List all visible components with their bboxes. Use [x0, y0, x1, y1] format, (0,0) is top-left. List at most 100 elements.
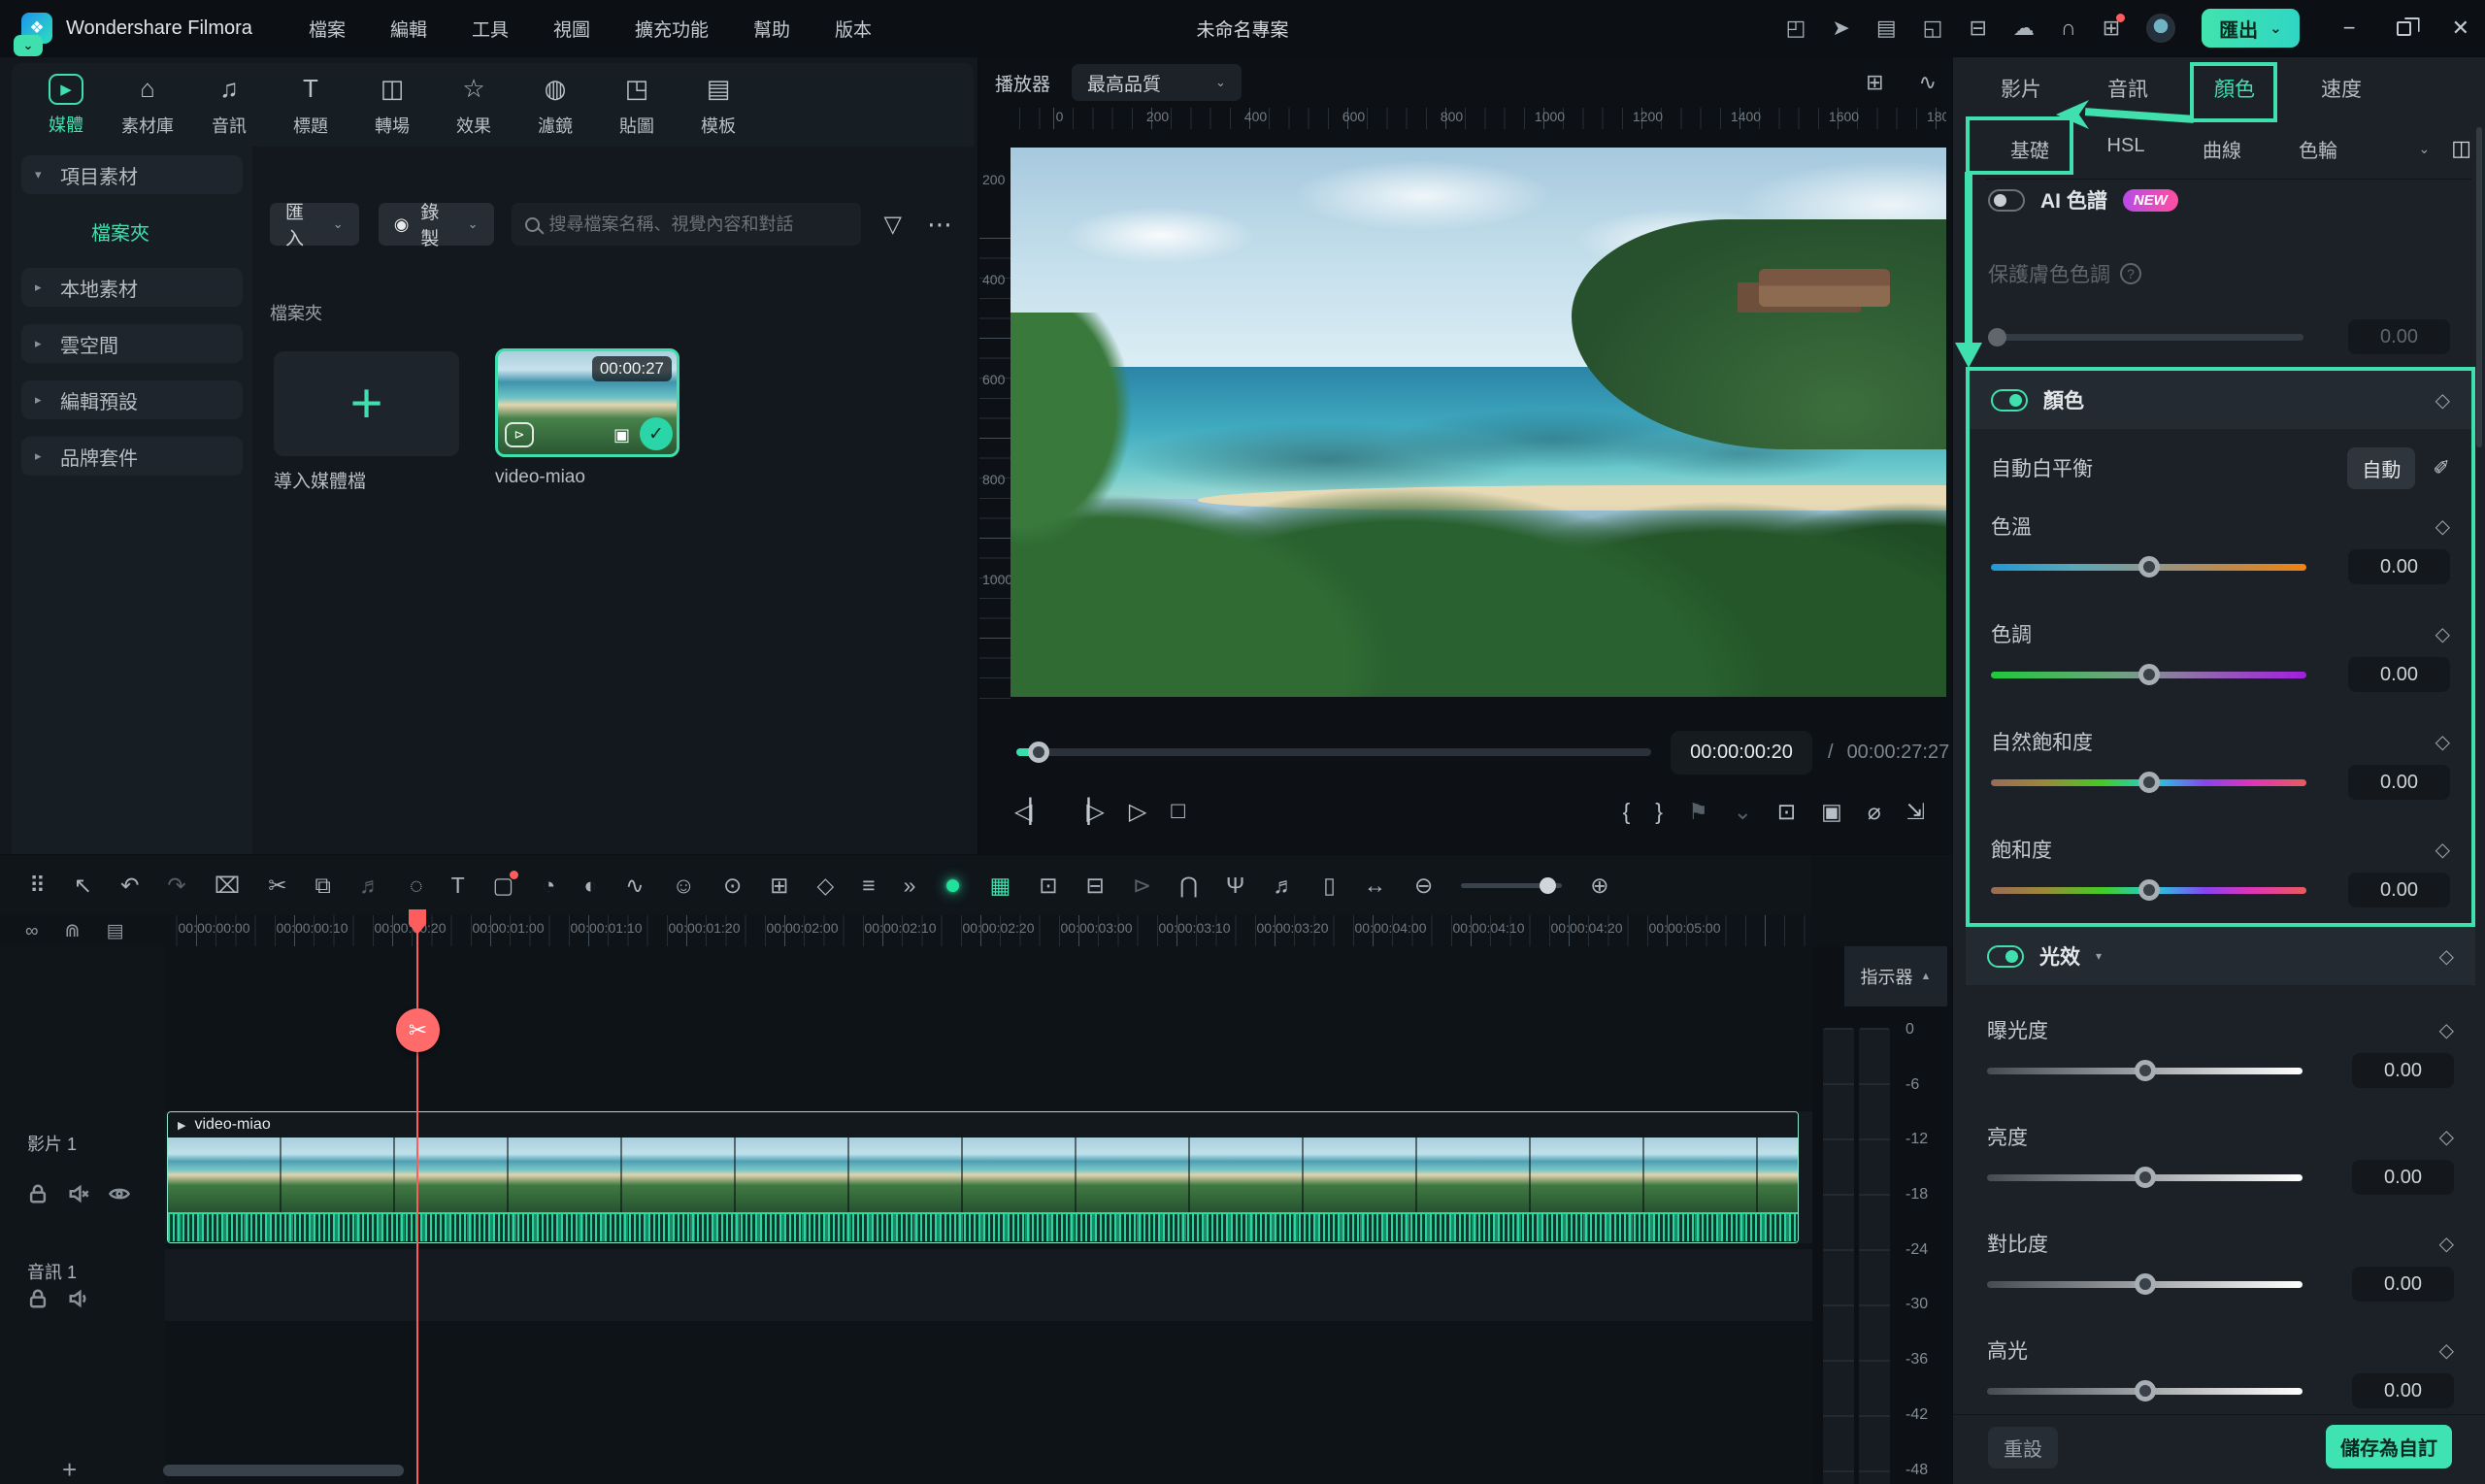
slider-handle[interactable] — [2138, 556, 2160, 577]
color-subtab[interactable]: HSL — [2082, 128, 2170, 170]
keyframe-icon[interactable]: ◇ — [2439, 1018, 2454, 1042]
preview-play-icon[interactable]: ⊳ — [1133, 874, 1151, 897]
detach-audio-icon[interactable]: ♬ — [359, 874, 381, 897]
save-custom-button[interactable]: 儲存為自訂 — [2326, 1425, 2452, 1468]
keyframe-icon[interactable]: ◇ — [2439, 1338, 2454, 1363]
play-button[interactable]: ▷ — [1129, 798, 1143, 826]
close-button[interactable]: ✕ — [2452, 16, 2469, 41]
slider-handle[interactable] — [2138, 879, 2160, 901]
timeline-zoom-slider[interactable] — [1461, 883, 1562, 888]
speed-tool-icon[interactable]: ◔ — [542, 874, 555, 897]
ai-portrait-icon[interactable]: ☺ — [673, 874, 695, 897]
add-marker-icon[interactable]: ⊞ — [770, 874, 788, 897]
account-avatar[interactable] — [2146, 14, 2175, 43]
property-tab[interactable]: 影片 — [1968, 74, 2074, 103]
ai-color-toggle[interactable] — [1988, 189, 2025, 212]
safe-area-icon[interactable]: ⋂ — [1179, 874, 1198, 897]
import-button[interactable]: 匯入⌄ — [270, 203, 359, 246]
more-tools-icon[interactable]: » — [904, 874, 916, 897]
mask-tool-icon[interactable]: ▢ — [493, 874, 514, 897]
link-clips-icon[interactable]: ∞ — [25, 922, 39, 940]
slider-handle[interactable] — [2135, 1273, 2156, 1295]
scrubber-track[interactable] — [1016, 748, 1651, 756]
save-icon[interactable]: ⊟ — [1969, 17, 1986, 39]
slider-track[interactable] — [1991, 779, 2306, 786]
media-panel-collapse-button[interactable]: ⌄ — [14, 35, 43, 56]
keyframe-icon[interactable]: ◇ — [2435, 514, 2450, 539]
sidebar-item[interactable]: ▸ 本地素材 — [21, 268, 243, 307]
reset-button[interactable]: 重設 — [1988, 1427, 2058, 1468]
chroma-key-icon[interactable]: ● — [944, 871, 961, 900]
scrubber-handle[interactable] — [1028, 742, 1049, 763]
audio-mixer-icon[interactable]: ♬ — [1273, 874, 1295, 897]
mark-out-button[interactable]: } — [1655, 799, 1663, 825]
menu-item[interactable]: 擴充功能 — [635, 16, 709, 42]
feedback-icon[interactable]: ➤ — [1832, 17, 1849, 39]
crop-icon[interactable]: ⧉ — [315, 874, 331, 897]
redo-icon[interactable]: ↷ — [167, 874, 185, 897]
scopes-icon[interactable]: ∿ — [1919, 72, 1937, 93]
slider-track[interactable] — [1987, 1388, 2303, 1395]
timeline-scrollbar[interactable] — [163, 1465, 404, 1476]
cloud-backup-icon[interactable]: ☁ — [2013, 17, 2035, 39]
keyframe-icon[interactable]: ◇ — [2439, 944, 2454, 969]
toolbox-icon[interactable]: ⠿ — [29, 874, 46, 897]
text-tool-icon[interactable]: T — [451, 874, 465, 897]
color-tool-icon[interactable]: ◐ — [583, 874, 597, 897]
menu-item[interactable]: 編輯 — [390, 16, 427, 42]
media-tab[interactable]: ☆ 效果 — [433, 73, 514, 138]
lock-icon[interactable] — [27, 1183, 49, 1204]
zoom-out-icon[interactable]: ⊖ — [1414, 874, 1433, 897]
fullscreen-button[interactable]: ⇲ — [1906, 799, 1925, 825]
device-preview-icon[interactable]: ▯ — [1323, 874, 1336, 897]
sidebar-item[interactable]: ▸ 編輯預設 — [21, 380, 243, 419]
chevron-down-icon[interactable]: ⌄ — [2418, 141, 2430, 157]
skin-tone-value[interactable]: 0.00 — [2348, 319, 2450, 354]
timeline-clip[interactable]: ▶ video-miao — [167, 1111, 1799, 1243]
apps-icon[interactable]: ⊞ — [2103, 17, 2120, 39]
display-mode-button[interactable]: ⊡ — [1777, 799, 1796, 825]
media-tab[interactable]: ◍ 濾鏡 — [514, 73, 596, 138]
restore-button[interactable] — [2397, 21, 2411, 36]
export-button[interactable]: 匯出⌄ — [2202, 9, 2300, 48]
slider-value[interactable]: 0.00 — [2352, 1373, 2454, 1408]
media-clip-tile[interactable]: 00:00:27 ⊳ ▣ ✓ — [495, 348, 679, 457]
slider-value[interactable]: 0.00 — [2348, 765, 2450, 800]
keyframe-icon[interactable]: ◇ — [2439, 1125, 2454, 1149]
mark-in-button[interactable]: { — [1623, 799, 1631, 825]
search-input[interactable] — [549, 214, 847, 235]
delete-icon[interactable]: ⌧ — [215, 874, 241, 897]
sidebar-item[interactable]: ▸ 雲空間 — [21, 324, 243, 363]
slider-track[interactable] — [1991, 564, 2306, 571]
slider-track[interactable] — [1987, 1174, 2303, 1181]
eye-icon[interactable] — [109, 1183, 130, 1204]
media-tab[interactable]: ▤ 模板 — [678, 73, 759, 138]
keyframe-icon[interactable]: ◇ — [817, 874, 835, 897]
layout-icon[interactable]: ◱ — [1923, 17, 1943, 39]
more-options-icon[interactable]: ⋯ — [927, 210, 954, 240]
marker-button[interactable]: ⚑ — [1688, 799, 1708, 825]
slider-handle[interactable] — [2135, 1380, 2156, 1402]
select-tool-icon[interactable]: ↖ — [74, 874, 92, 897]
snapshot-button[interactable]: ▣ — [1821, 799, 1842, 825]
slider-value[interactable]: 0.00 — [2352, 1160, 2454, 1195]
keyframe-icon[interactable]: ◇ — [2435, 622, 2450, 646]
marker-chevron-icon[interactable]: ⌄ — [1734, 799, 1752, 825]
menu-item[interactable]: 工具 — [472, 16, 509, 42]
slider-handle[interactable] — [2135, 1060, 2156, 1081]
media-tab[interactable]: ◳ 貼圖 — [596, 73, 678, 138]
screen-record-icon[interactable]: ▤ — [1876, 17, 1897, 39]
minimize-button[interactable]: − — [2343, 16, 2356, 41]
slider-track[interactable] — [1987, 1068, 2303, 1074]
keyframe-icon[interactable]: ◇ — [2435, 838, 2450, 862]
compare-view-icon[interactable]: ◫ — [2451, 136, 2471, 161]
import-media-tile[interactable]: + — [274, 351, 459, 456]
playhead-line[interactable] — [416, 915, 418, 1484]
next-frame-button[interactable]: ▕▷ — [1072, 798, 1102, 826]
split-icon[interactable]: ✂ — [268, 874, 286, 897]
sidebar-item[interactable]: ▸ 品牌套件 — [21, 437, 243, 476]
add-track-button[interactable]: + — [62, 1455, 77, 1484]
slider-track[interactable] — [1987, 1281, 2303, 1288]
multi-view-icon[interactable]: ⊞ — [1866, 72, 1883, 93]
zoom-in-icon[interactable]: ⊕ — [1590, 874, 1608, 897]
